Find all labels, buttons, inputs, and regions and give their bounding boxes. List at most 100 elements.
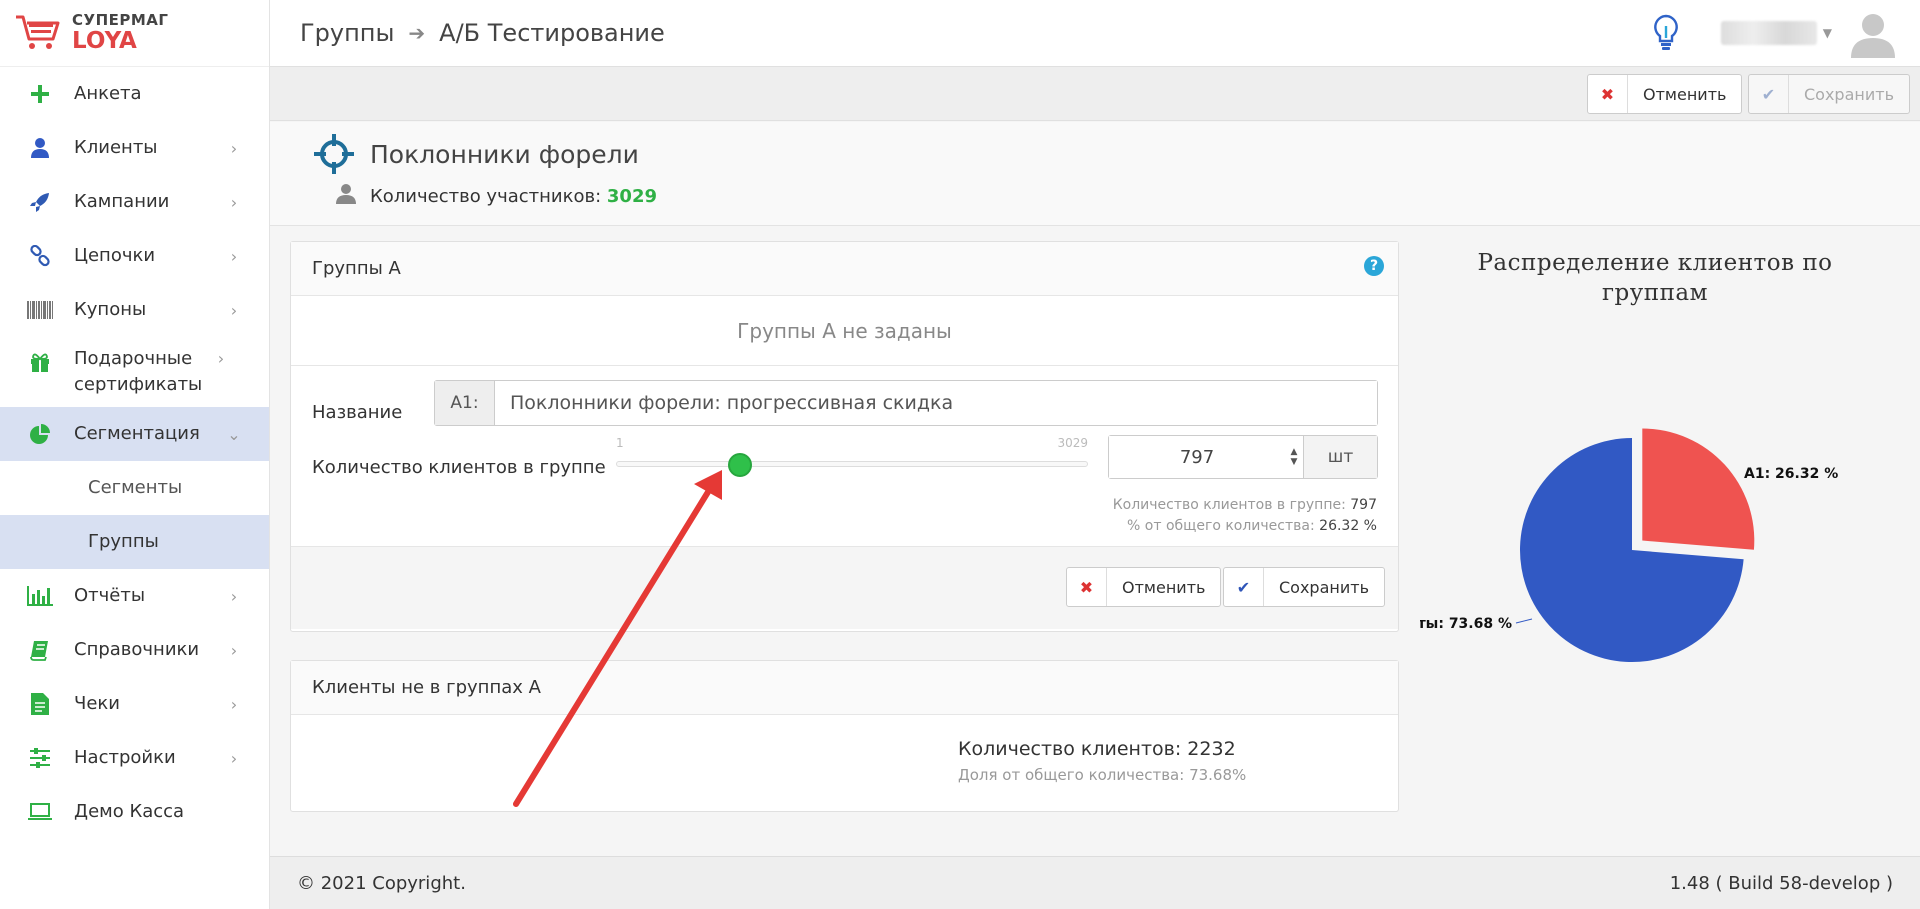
- sidebar-item-segmentation[interactable]: Сегментация ⌄: [0, 407, 269, 461]
- copyright: © 2021 Copyright.: [297, 872, 466, 894]
- chevron-right-icon: ›: [230, 748, 238, 768]
- top-bar: Группы ➔ А/Б Тестирование ▼: [270, 0, 1920, 67]
- stat-percent-label: % от общего количества:: [1127, 518, 1315, 534]
- help-icon[interactable]: ?: [1364, 256, 1384, 276]
- sidebar-item-label: Отчёты: [74, 584, 146, 606]
- count-label: Количество клиентов в группе: [312, 457, 606, 478]
- chevron-right-icon: ›: [217, 349, 225, 368]
- groups-a-panel: Группы А ? Группы А не заданы Название А…: [290, 241, 1399, 632]
- sidebar-item-label: Справочники: [74, 638, 200, 660]
- brand-line1: СУПЕРМАГ: [72, 11, 169, 29]
- user-icon: [26, 134, 54, 162]
- sidebar-item-label: Цепочки: [74, 244, 156, 266]
- members-count: Количество участников: 3029: [370, 186, 657, 207]
- sidebar-item-settings[interactable]: Настройки ›: [0, 731, 269, 785]
- quantity-stepper: ▲▼ шт: [1108, 435, 1378, 479]
- sidebar-item-gift-certificates[interactable]: Подарочные сертификаты ›: [0, 337, 269, 407]
- chart-title: Распределение клиентов по группам: [1477, 250, 1833, 306]
- pie-label-2: Клиенты: 73.68 %: [1420, 616, 1512, 632]
- group-stats: Количество клиентов в группе: 797 % от о…: [1113, 495, 1377, 537]
- check-icon: ✔: [1749, 75, 1789, 113]
- brand-name: СУПЕРМАГ LOYA: [72, 13, 168, 53]
- pie-label-1: А1: 26.32 %: [1744, 466, 1838, 482]
- sidebar-item-chains[interactable]: Цепочки ›: [0, 229, 269, 283]
- sidebar-item-reports[interactable]: Отчёты ›: [0, 569, 269, 623]
- form-cancel-label: Отменить: [1122, 577, 1206, 597]
- pie-slice-1[interactable]: [1642, 428, 1755, 550]
- name-prefix: А1:: [435, 381, 495, 425]
- top-right-controls: ▼: [1651, 8, 1898, 58]
- quantity-input[interactable]: [1109, 436, 1285, 478]
- sidebar-item-demo-pos[interactable]: Демо Касса: [0, 785, 269, 839]
- breadcrumb: Группы ➔ А/Б Тестирование: [300, 19, 665, 47]
- sidebar-item-receipts[interactable]: Чеки ›: [0, 677, 269, 731]
- cancel-button-label: Отменить: [1643, 84, 1727, 104]
- caret-down-icon[interactable]: ▼: [1823, 26, 1832, 40]
- outside-count: Количество клиентов: 2232: [958, 738, 1236, 760]
- sidebar-item-clients[interactable]: Клиенты ›: [0, 121, 269, 175]
- save-button[interactable]: ✔ Сохранить: [1748, 74, 1910, 114]
- check-icon: ✔: [1224, 568, 1264, 606]
- members-value: 3029: [606, 186, 657, 207]
- slider-max-label: 3029: [1057, 436, 1088, 450]
- name-label: Название: [312, 402, 403, 423]
- arrow-right-icon: ➔: [408, 21, 426, 45]
- pie-leader-line: [1515, 618, 1533, 624]
- sidebar-item-references[interactable]: Справочники ›: [0, 623, 269, 677]
- book-icon: [26, 636, 54, 664]
- avatar[interactable]: [1848, 8, 1898, 58]
- slider-handle[interactable]: [728, 453, 753, 477]
- sidebar-item-label: Сегментация: [74, 422, 200, 444]
- sidebar-subitem-label: Сегменты: [88, 476, 183, 498]
- user-name-blurred[interactable]: [1720, 21, 1817, 45]
- panel-title: Клиенты не в группах А: [312, 677, 541, 698]
- cancel-button[interactable]: ✖ Отменить: [1587, 74, 1743, 114]
- chevron-right-icon: ›: [230, 640, 238, 660]
- pie-chart: А1: 26.32 % Клиенты: 73.68 %: [1420, 428, 1838, 662]
- gift-icon: [26, 348, 54, 376]
- sidebar-subitem-segments[interactable]: Сегменты: [0, 461, 269, 515]
- group-header: Поклонники форели Количество участников:…: [270, 122, 1920, 226]
- stat-count-value: 797: [1350, 497, 1377, 513]
- sidebar-item-coupons[interactable]: Купоны ›: [0, 283, 269, 337]
- breadcrumb-item[interactable]: Группы: [300, 19, 394, 47]
- sidebar-item-anketa[interactable]: Анкета: [0, 67, 269, 121]
- panel-header: Группы А ?: [291, 242, 1398, 296]
- plus-icon: [26, 80, 54, 108]
- members-label: Количество участников:: [370, 186, 602, 207]
- clients-count-slider[interactable]: 1 3029: [616, 436, 1088, 477]
- form-save-button[interactable]: ✔ Сохранить: [1223, 567, 1385, 607]
- slider-min-label: 1: [616, 436, 624, 450]
- empty-message: Группы А не заданы: [291, 296, 1398, 366]
- spinner-arrows-icon[interactable]: ▲ ▼: [1285, 436, 1303, 478]
- pie-chart-icon: [26, 420, 54, 448]
- panel-title: Группы А: [312, 258, 401, 279]
- sidebar-subitem-groups[interactable]: Группы: [0, 515, 269, 569]
- sidebar-item-label: Купоны: [74, 298, 147, 320]
- sidebar-item-label: Настройки: [74, 746, 176, 768]
- sidebar-item-label: Подарочные сертификаты: [74, 347, 203, 395]
- brand-line2: LOYA: [72, 28, 137, 54]
- form-cancel-button[interactable]: ✖ Отменить: [1066, 567, 1222, 607]
- bar-chart-icon: [26, 582, 54, 610]
- sidebar-item-campaigns[interactable]: Кампании ›: [0, 175, 269, 229]
- group-name-input[interactable]: [495, 381, 1377, 425]
- breadcrumb-current: А/Б Тестирование: [439, 19, 665, 47]
- barcode-icon: [26, 296, 54, 324]
- close-icon: ✖: [1588, 75, 1628, 113]
- sidebar-item-label: Клиенты: [74, 136, 158, 158]
- chevron-right-icon: ›: [230, 138, 238, 158]
- chevron-down-icon: ⌄: [227, 424, 241, 444]
- sidebar-item-label: Чеки: [74, 692, 120, 714]
- stat-percent-value: 26.32 %: [1319, 518, 1377, 534]
- form-save-label: Сохранить: [1279, 577, 1369, 597]
- page-footer: © 2021 Copyright. 1.48 ( Build 58-develo…: [270, 856, 1920, 909]
- lightbulb-icon[interactable]: [1651, 14, 1681, 52]
- logo[interactable]: СУПЕРМАГ LOYA: [0, 0, 269, 67]
- chevron-right-icon: ›: [230, 586, 238, 606]
- slider-track[interactable]: [616, 461, 1088, 467]
- form-footer: ✖ Отменить ✔ Сохранить: [291, 547, 1398, 629]
- segmentation-submenu: Сегменты Группы: [0, 461, 269, 569]
- link-icon: [26, 242, 54, 270]
- stat-count-label: Количество клиентов в группе:: [1112, 497, 1346, 513]
